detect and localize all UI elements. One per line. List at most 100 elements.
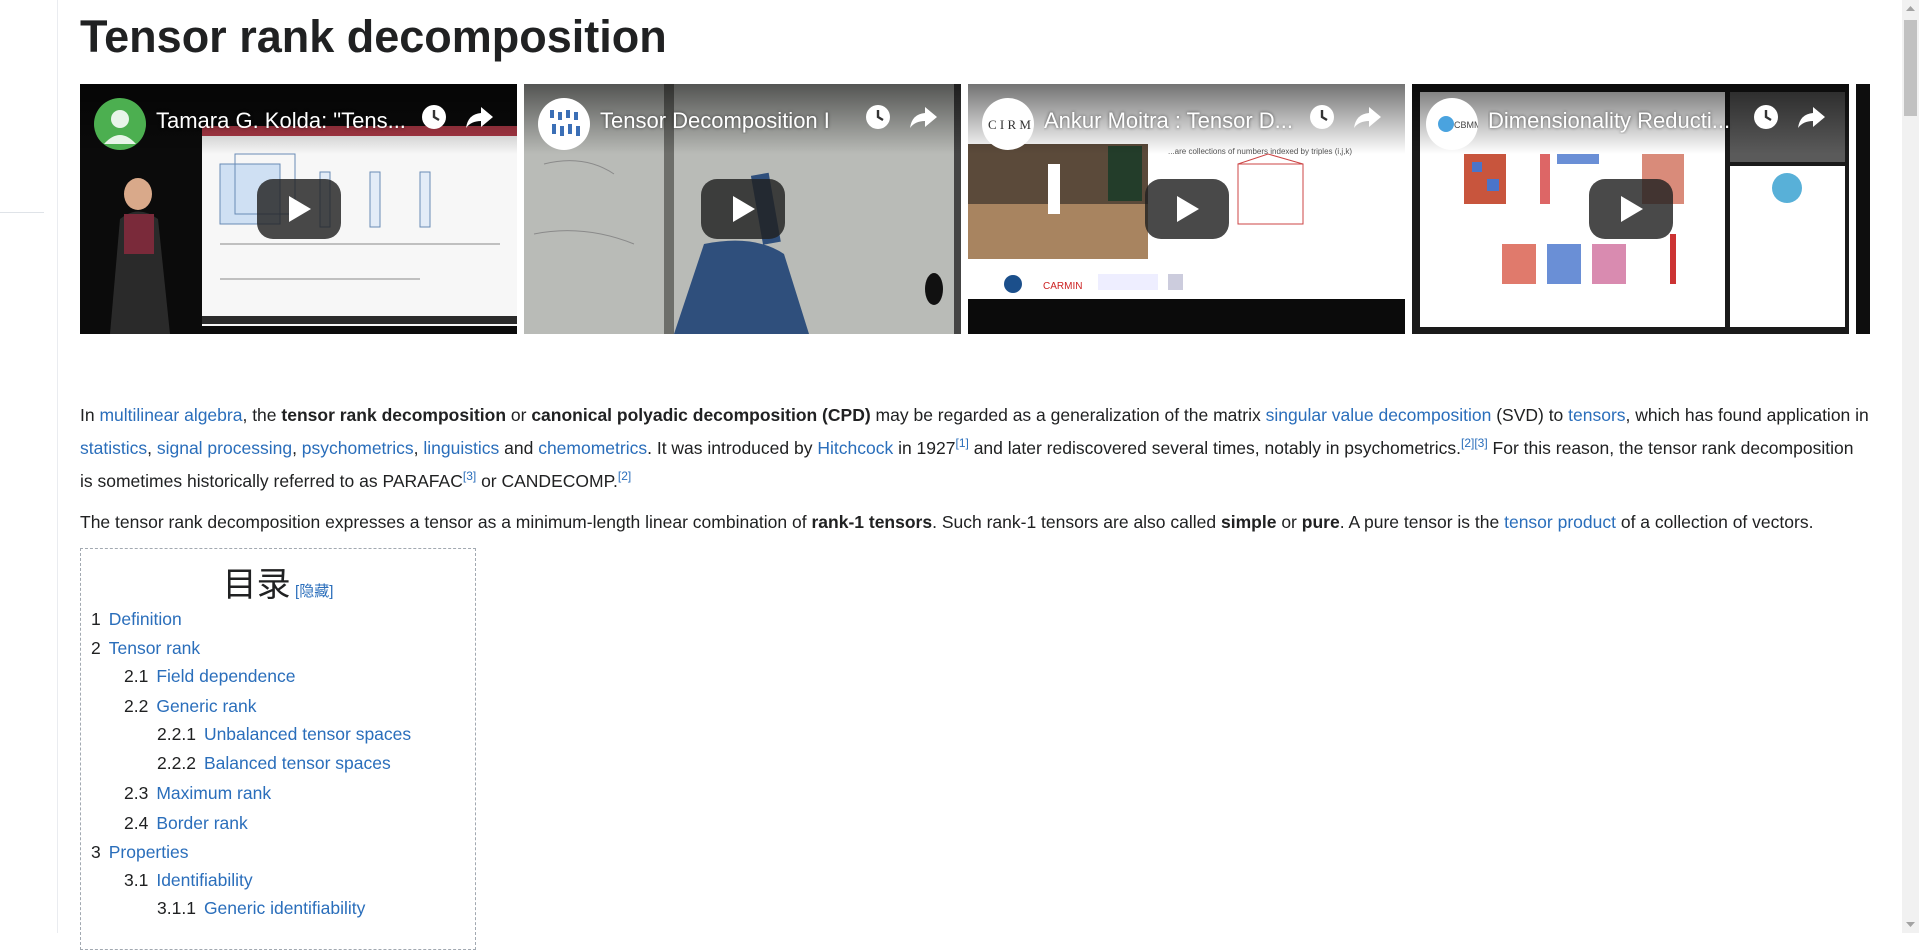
text-span: in 1927 — [893, 438, 956, 458]
link-signal-processing[interactable]: signal processing — [157, 438, 292, 458]
toc-link[interactable]: Balanced tensor spaces — [204, 753, 391, 773]
toc-item[interactable]: 2.3 Maximum rank — [124, 781, 271, 805]
watch-later-icon[interactable] — [419, 102, 449, 132]
share-icon[interactable] — [463, 102, 495, 132]
link-linguistics[interactable]: linguistics — [423, 438, 499, 458]
toc-number: 2.2.1 — [157, 724, 196, 744]
scrollbar-thumb[interactable] — [1904, 20, 1917, 116]
video-player-3[interactable]: CARMIN ...are collections of numbers ind… — [968, 84, 1405, 334]
text-span: The tensor rank decomposition expresses … — [80, 512, 812, 532]
pattern-avatar-icon[interactable] — [538, 98, 590, 150]
toc-link[interactable]: Maximum rank — [156, 783, 271, 803]
link-multilinear-algebra[interactable]: multilinear algebra — [99, 405, 242, 425]
toc-item[interactable]: 1 Definition — [91, 607, 182, 631]
toc-item[interactable]: 3 Properties — [91, 840, 189, 864]
bold-term: rank-1 tensors — [811, 512, 933, 532]
text-span: For this reason, the tensor rank decompo… — [1487, 438, 1854, 458]
share-icon[interactable] — [1351, 102, 1383, 132]
toc-link[interactable]: Generic rank — [156, 696, 256, 716]
svg-text:C I R M: C I R M — [988, 117, 1031, 132]
toc-item[interactable]: 2 Tensor rank — [91, 636, 200, 660]
toc-item[interactable]: 2.2.2 Balanced tensor spaces — [157, 751, 391, 775]
link-chemometrics[interactable]: chemometrics — [538, 438, 647, 458]
toc-link[interactable]: Properties — [109, 842, 189, 862]
video-player-5-partial[interactable] — [1856, 84, 1870, 334]
toc-number: 2.2.2 — [157, 753, 196, 773]
toc-link[interactable]: Field dependence — [156, 666, 295, 686]
watch-later-icon[interactable] — [863, 102, 893, 132]
toc-hide-toggle[interactable]: [隐藏] — [295, 583, 333, 600]
toc-link[interactable]: Unbalanced tensor spaces — [204, 724, 411, 744]
video-title[interactable]: Dimensionality Reducti... — [1488, 108, 1758, 134]
vertical-scrollbar[interactable] — [1902, 0, 1919, 933]
text-span: . It was introduced by — [647, 438, 818, 458]
play-button[interactable] — [700, 179, 785, 239]
bold-term: tensor rank decomposition — [281, 405, 507, 425]
text-span: or — [506, 405, 532, 425]
video-title[interactable]: Ankur Moitra : Tensor D... — [1044, 108, 1314, 134]
video-title[interactable]: Tensor Decomposition I — [600, 108, 870, 134]
toc-item[interactable]: 2.4 Border rank — [124, 811, 248, 835]
scroll-up-arrow-icon[interactable] — [1902, 0, 1919, 17]
link-singular-value-decomposition[interactable]: singular value decomposition — [1266, 405, 1492, 425]
watch-later-icon[interactable] — [1307, 102, 1337, 132]
link-tensors[interactable]: tensors — [1568, 405, 1625, 425]
text-span: . Such rank-1 tensors are also called — [932, 512, 1221, 532]
toc-number: 3.1.1 — [157, 898, 196, 918]
toc-item[interactable]: 3.1.1 Generic identifiability — [157, 896, 365, 920]
toc-number: 2.2 — [124, 696, 149, 716]
citation-2[interactable]: [2] — [1461, 436, 1474, 450]
text-span: and later rediscovered several times, no… — [968, 438, 1461, 458]
toc-link[interactable]: Border rank — [156, 813, 247, 833]
video-title[interactable]: Tamara G. Kolda: "Tens... — [156, 108, 426, 134]
play-icon — [732, 196, 755, 222]
toc-number: 2 — [91, 638, 101, 658]
link-statistics[interactable]: statistics — [80, 438, 147, 458]
toc-item[interactable]: 3.1 Identifiability — [124, 868, 253, 892]
citation-3[interactable]: [3] — [463, 469, 476, 483]
toc-link[interactable]: Generic identifiability — [204, 898, 365, 918]
scroll-down-arrow-icon[interactable] — [1902, 916, 1919, 933]
video-player-4[interactable]: CBMM Dimensionality Reducti... — [1412, 84, 1849, 334]
link-psychometrics[interactable]: psychometrics — [302, 438, 414, 458]
text-span: , — [292, 438, 302, 458]
toc-item[interactable]: 2.1 Field dependence — [124, 664, 295, 688]
play-icon — [1176, 196, 1199, 222]
video-player-2[interactable]: Tensor Decomposition I — [524, 84, 961, 334]
text-span: In — [80, 405, 100, 425]
toc-item[interactable]: 2.2.1 Unbalanced tensor spaces — [157, 722, 411, 746]
text-span: or CANDECOMP. — [476, 471, 618, 491]
play-button[interactable] — [1144, 179, 1229, 239]
person-avatar-icon[interactable] — [94, 98, 146, 150]
text-span: , the — [242, 405, 282, 425]
citation-3[interactable]: [3] — [1474, 436, 1487, 450]
toc-link[interactable]: Definition — [109, 609, 182, 629]
text-span: of a collection of vectors. — [1615, 512, 1814, 532]
link-tensor-product[interactable]: tensor product — [1504, 512, 1616, 532]
cirm-logo-icon[interactable]: C I R M — [982, 98, 1034, 150]
text-span: . A pure tensor is the — [1339, 512, 1505, 532]
text-span: (SVD) to — [1491, 405, 1569, 425]
share-icon[interactable] — [907, 102, 939, 132]
play-button[interactable] — [1588, 179, 1673, 239]
bold-term: canonical polyadic decomposition (CPD) — [531, 405, 871, 425]
sidebar-divider — [0, 212, 44, 213]
citation-1[interactable]: [1] — [955, 436, 968, 450]
watch-later-icon[interactable] — [1751, 102, 1781, 132]
svg-text:CBMM: CBMM — [1454, 120, 1478, 130]
video-carousel: Tamara G. Kolda: "Tens... Tensor Decompo… — [80, 84, 1870, 336]
toc-link[interactable]: Tensor rank — [109, 638, 200, 658]
citation-2[interactable]: [2] — [618, 469, 631, 483]
play-button[interactable] — [256, 179, 341, 239]
toc-item[interactable]: 2.2 Generic rank — [124, 694, 257, 718]
link-hitchcock[interactable]: Hitchcock — [817, 438, 893, 458]
cbmm-logo-icon[interactable]: CBMM — [1426, 98, 1478, 150]
toc-link[interactable]: Identifiability — [156, 870, 252, 890]
toc-title: 目录 — [222, 565, 291, 605]
left-sidebar — [0, 0, 58, 933]
text-span: , which has found application in — [1625, 405, 1869, 425]
intro-paragraph: In multilinear algebra, the tensor rank … — [80, 399, 1870, 498]
share-icon[interactable] — [1795, 102, 1827, 132]
text-span: may be regarded as a generalization of t… — [870, 405, 1266, 425]
video-player-1[interactable]: Tamara G. Kolda: "Tens... — [80, 84, 517, 334]
